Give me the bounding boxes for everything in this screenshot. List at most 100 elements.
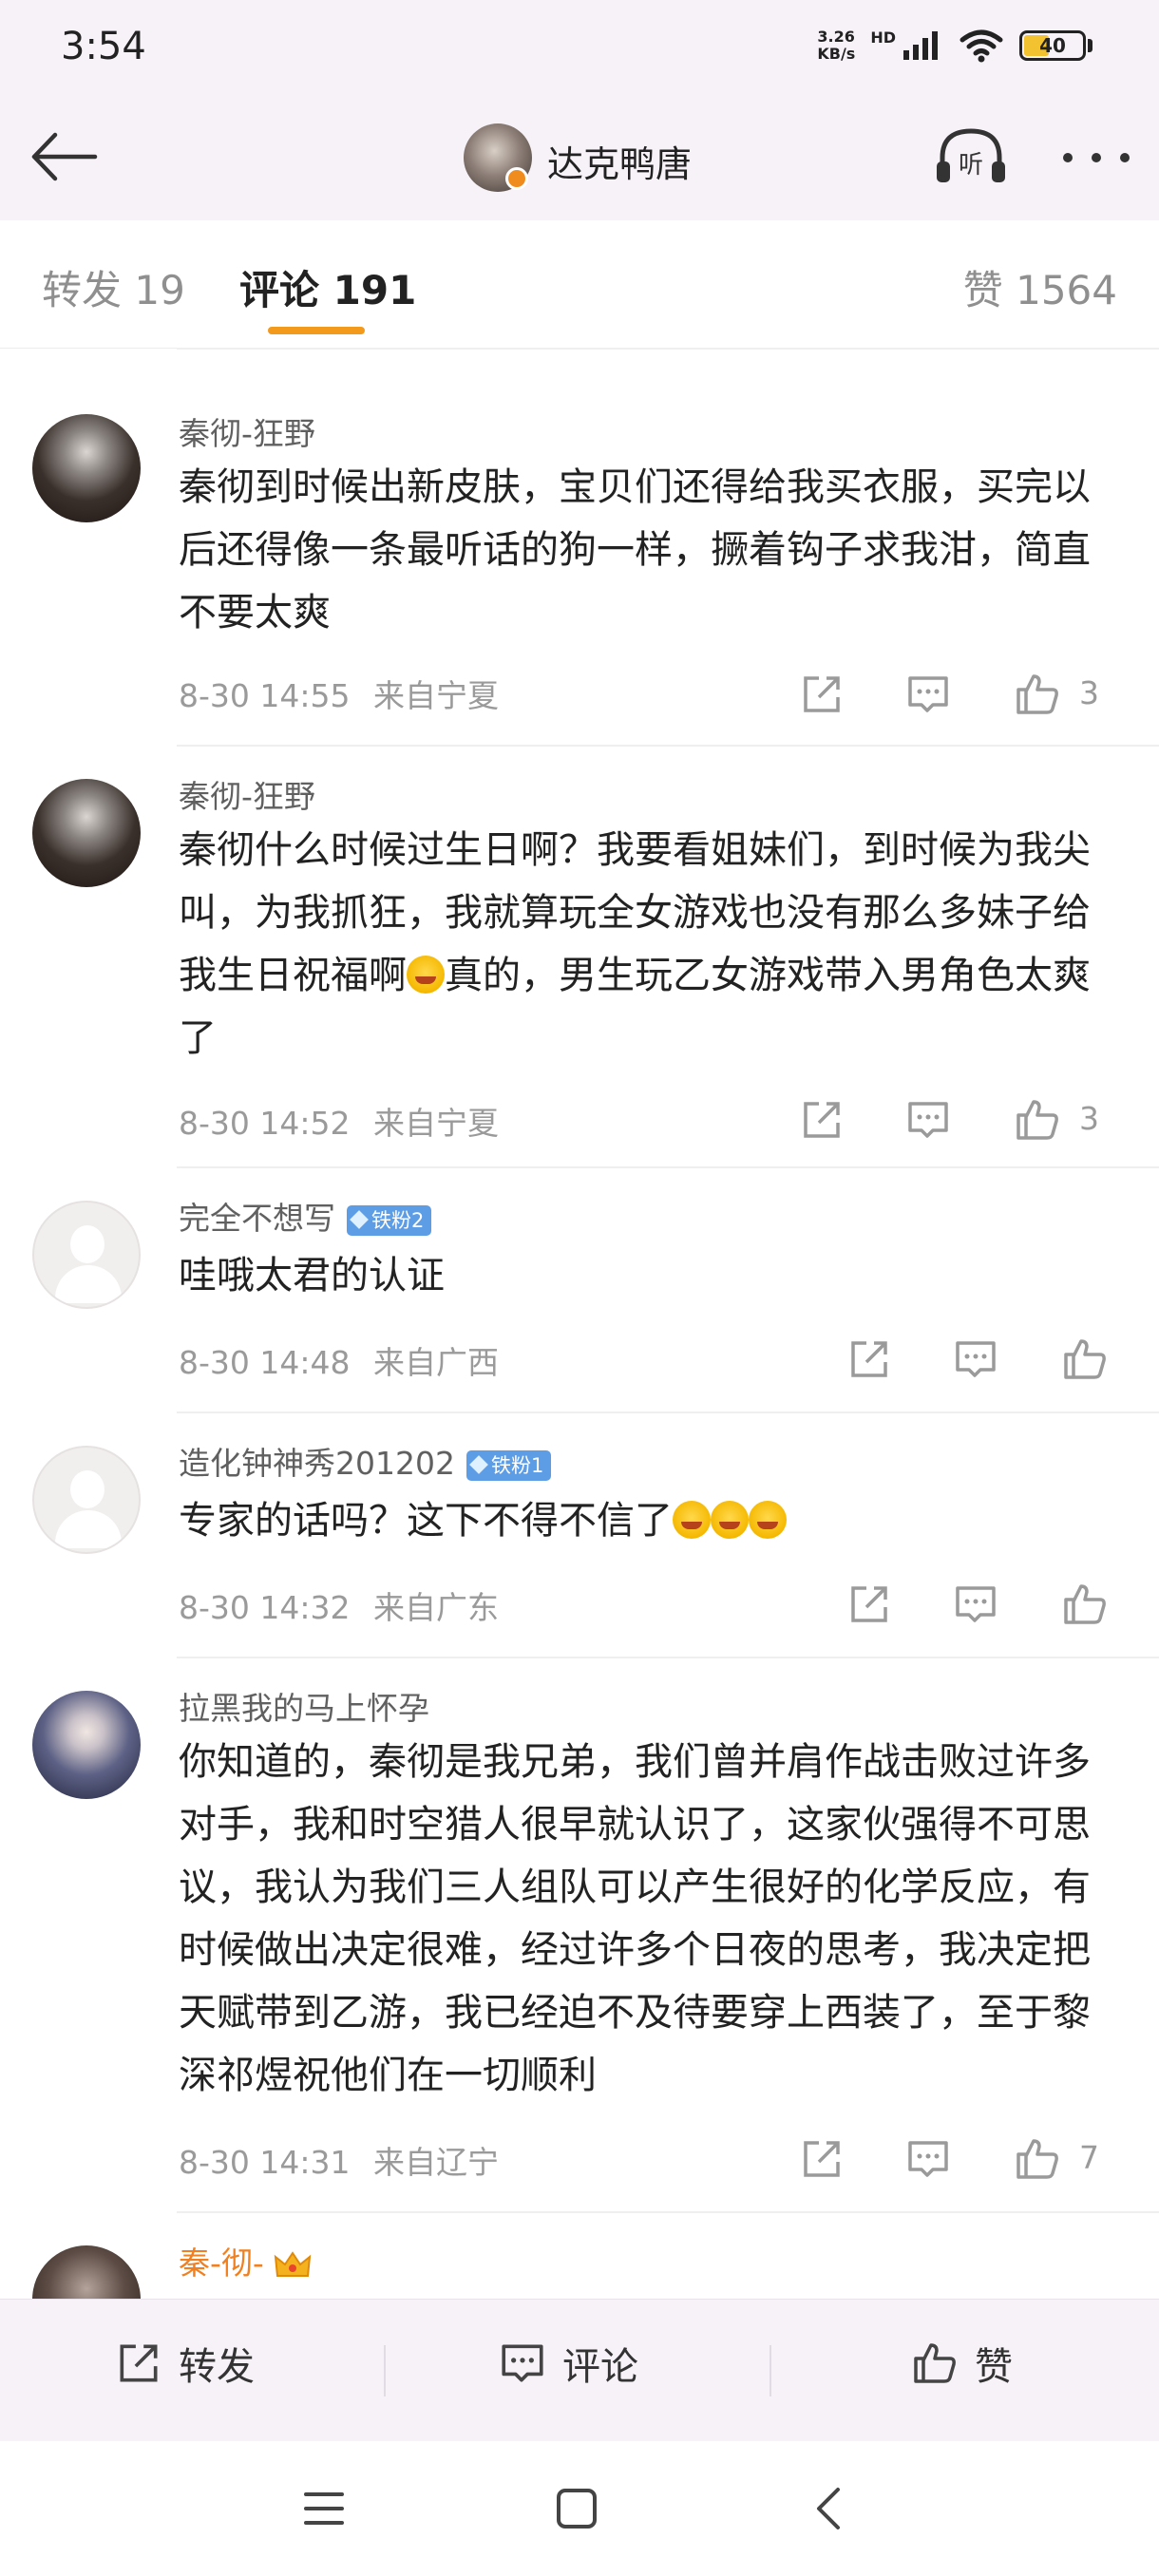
back-arrow-icon[interactable]: [27, 123, 103, 190]
comment-username[interactable]: 秦-彻-: [179, 2245, 264, 2282]
like-label: 赞: [975, 2345, 1013, 2389]
comment-item[interactable]: 秦-彻-: [0, 2213, 1159, 2299]
comment-item[interactable]: 秦彻-狂野 秦彻到时候出新皮肤，宝贝们还得给我买衣服，买完以后还得像一条最听话的…: [0, 348, 1159, 747]
share-icon[interactable]: [798, 1096, 846, 1144]
listen-headphone-icon[interactable]: 听: [933, 123, 1009, 188]
comment-text: 哇哦太君的认证: [179, 1254, 445, 1297]
comment-icon: [502, 2344, 543, 2382]
system-nav-bar: [0, 2441, 1159, 2576]
like-icon[interactable]: [1013, 1096, 1062, 1144]
crown-icon: [274, 2250, 312, 2277]
tab-bar: 转发 19 评论 191 赞 1564: [0, 220, 1159, 349]
like-count: 7: [1079, 2139, 1099, 2176]
comment-username[interactable]: 秦彻-狂野: [179, 771, 315, 817]
comment-username[interactable]: 秦彻-狂野: [179, 408, 315, 454]
fan-badge-label: 铁粉1: [490, 1453, 544, 1477]
like-count: 3: [1079, 1100, 1099, 1137]
page-title[interactable]: 达克鸭唐: [547, 135, 692, 187]
crying-emoji: [673, 1501, 711, 1539]
status-time: 3:54: [61, 25, 146, 68]
menu-icon[interactable]: [302, 2489, 346, 2529]
status-bar: 3:54 3.26 KB/s HD 40: [0, 0, 1159, 106]
nav-back-icon[interactable]: [809, 2485, 847, 2532]
comment-location: 来自宁夏: [373, 677, 499, 714]
like-icon[interactable]: [1060, 1581, 1110, 1628]
like-icon: [914, 2343, 956, 2383]
comment-item[interactable]: 秦彻-狂野 秦彻什么时候过生日啊？我要看姐妹们，到时候为我尖叫，为我抓狂，我就算…: [0, 747, 1159, 1168]
reply-icon[interactable]: [904, 2135, 952, 2183]
reply-icon[interactable]: [952, 1335, 999, 1383]
comment-location: 来自广东: [373, 1589, 499, 1626]
comment-item[interactable]: 完全不想写 铁粉2 哇哦太君的认证 8-30 14:48 来自广西: [0, 1168, 1159, 1413]
comment-username[interactable]: 造化钟神秀201202: [179, 1445, 455, 1482]
signal-icon: [903, 31, 938, 60]
more-dots-icon[interactable]: [1058, 148, 1134, 167]
comment-text: 专家的话吗？这下不得不信了: [179, 1489, 1121, 1552]
comment-username-row: 完全不想写 铁粉2: [179, 1193, 432, 1239]
comment-username[interactable]: 拉黑我的马上怀孕: [179, 1683, 429, 1729]
share-icon[interactable]: [798, 2135, 846, 2183]
comment-meta: 8-30 14:55 来自宁夏: [179, 671, 499, 716]
diamond-icon: [469, 1454, 488, 1474]
avatar[interactable]: [32, 1201, 141, 1309]
fan-badge[interactable]: 铁粉2: [347, 1204, 432, 1236]
comment-actions: [846, 1581, 1159, 1628]
comment-time: 8-30 14:48: [179, 1344, 351, 1381]
comment-username[interactable]: 完全不想写: [179, 1200, 335, 1237]
like-button[interactable]: 赞: [910, 2336, 1013, 2391]
wifi-icon: [960, 29, 1003, 63]
comment-meta: 8-30 14:31 来自辽宁: [179, 2137, 499, 2183]
comment-label: 评论: [562, 2345, 638, 2389]
comment-text-part: 专家的话吗？这下不得不信了: [179, 1499, 673, 1543]
comment-location: 来自辽宁: [373, 2144, 499, 2181]
like-icon[interactable]: [1060, 1335, 1110, 1383]
share-icon[interactable]: [846, 1335, 893, 1383]
reply-icon[interactable]: [904, 671, 952, 718]
avatar[interactable]: [32, 779, 141, 887]
comment-actions: [846, 1335, 1159, 1383]
battery-level: 40: [1039, 34, 1066, 57]
avatar[interactable]: [32, 1691, 141, 1799]
verified-badge-icon: [505, 167, 528, 190]
status-icons: 3.26 KB/s HD 40: [817, 28, 1092, 63]
reply-icon[interactable]: [904, 1096, 952, 1144]
like-icon[interactable]: [1013, 2135, 1062, 2183]
like-count: 3: [1079, 674, 1099, 711]
listen-label: 听: [959, 151, 983, 180]
avatar[interactable]: [32, 1446, 141, 1554]
crying-emoji: [711, 1501, 749, 1539]
tab-like[interactable]: 赞 1564: [963, 258, 1117, 316]
comment-item[interactable]: 造化钟神秀201202 铁粉1 专家的话吗？这下不得不信了 8-30 14:32 …: [0, 1413, 1159, 1658]
avatar[interactable]: [32, 414, 141, 522]
battery-icon: 40: [1019, 30, 1086, 61]
comment-actions: 7: [798, 2135, 1159, 2183]
home-square-icon[interactable]: [555, 2487, 598, 2530]
battery-tip: [1088, 39, 1092, 52]
separator: [770, 2345, 771, 2396]
comment-list[interactable]: 秦彻-狂野 秦彻到时候出新皮肤，宝贝们还得给我买衣服，买完以后还得像一条最听话的…: [0, 348, 1159, 2299]
comment-location: 来自广西: [373, 1344, 499, 1381]
comment-time: 8-30 14:52: [179, 1105, 351, 1142]
like-icon[interactable]: [1013, 671, 1062, 718]
bottom-action-bar: 转发 评论 赞: [0, 2299, 1159, 2442]
comment-actions: 3: [798, 1096, 1159, 1144]
active-tab-indicator: [268, 327, 365, 334]
comment-item[interactable]: 拉黑我的马上怀孕 你知道的，秦彻是我兄弟，我们曾并肩作战击败过许多对手，我和时空…: [0, 1658, 1159, 2213]
tab-repost[interactable]: 转发 19: [42, 258, 185, 316]
comment-time: 8-30 14:32: [179, 1589, 351, 1626]
comment-username-row: 秦-彻-: [179, 2238, 312, 2283]
network-type-label: HD: [870, 28, 896, 47]
comment-text: 秦彻到时候出新皮肤，宝贝们还得给我买衣服，买完以后还得像一条最听话的狗一样，撅着…: [179, 465, 1091, 635]
comment-button[interactable]: 评论: [498, 2336, 638, 2391]
share-icon[interactable]: [846, 1581, 893, 1628]
diamond-icon: [350, 1209, 369, 1229]
fan-badge[interactable]: 铁粉1: [466, 1449, 552, 1481]
separator: [384, 2345, 386, 2396]
tab-comment[interactable]: 评论 191: [239, 258, 416, 316]
comment-meta: 8-30 14:52 来自宁夏: [179, 1098, 499, 1144]
avatar[interactable]: [32, 2245, 141, 2299]
share-icon[interactable]: [798, 671, 846, 718]
repost-label: 转发: [179, 2345, 255, 2389]
reply-icon[interactable]: [952, 1581, 999, 1628]
repost-button[interactable]: 转发: [114, 2336, 255, 2391]
